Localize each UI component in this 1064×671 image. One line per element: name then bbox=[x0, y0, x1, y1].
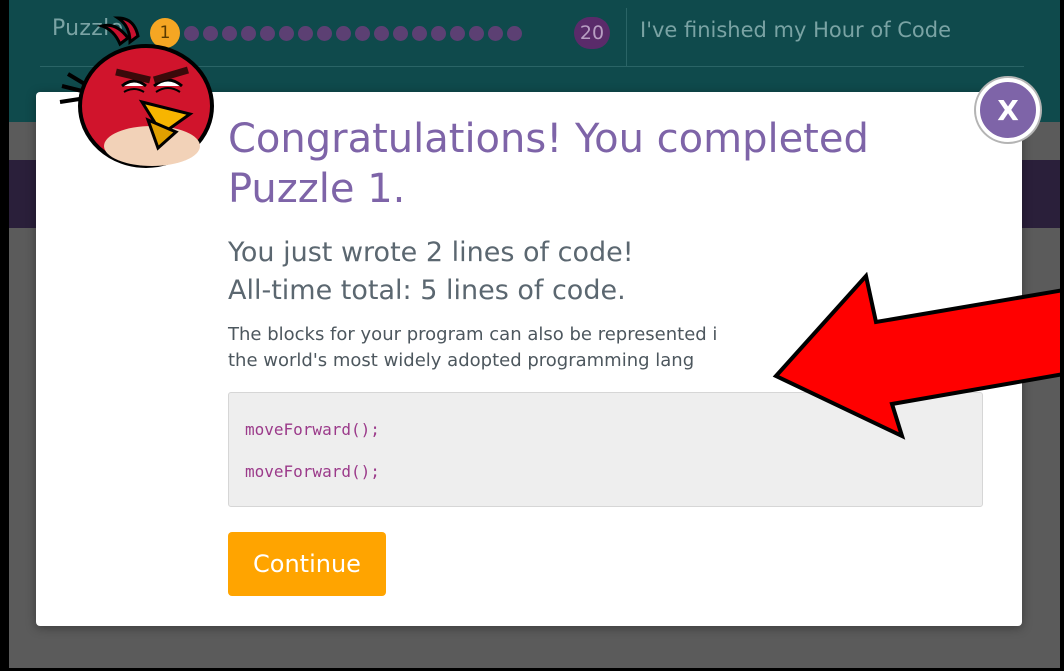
right-border bbox=[1060, 0, 1064, 671]
finished-hour-of-code-link[interactable]: I've finished my Hour of Code bbox=[640, 18, 951, 42]
progress-dot[interactable] bbox=[260, 25, 275, 41]
dialog-title: Congratulations! You completed Puzzle 1. bbox=[228, 116, 869, 212]
lines-written: You just wrote 2 lines of code! bbox=[228, 237, 634, 268]
progress-dot[interactable] bbox=[488, 25, 503, 41]
close-button[interactable]: X bbox=[976, 78, 1040, 142]
progress-dot[interactable] bbox=[412, 25, 427, 41]
continue-button[interactable]: Continue bbox=[228, 532, 386, 596]
code-line: moveForward(); bbox=[245, 462, 380, 481]
left-border bbox=[0, 0, 9, 671]
progress-dot[interactable] bbox=[355, 25, 370, 41]
progress-dot[interactable] bbox=[336, 25, 351, 41]
progress-dot[interactable] bbox=[450, 25, 465, 41]
progress-dot[interactable] bbox=[241, 25, 256, 41]
progress-dot[interactable] bbox=[317, 25, 332, 41]
close-icon: X bbox=[997, 93, 1019, 127]
progress-dot[interactable] bbox=[298, 25, 313, 41]
last-puzzle-badge[interactable]: 20 bbox=[574, 17, 610, 49]
red-bird-icon bbox=[59, 16, 214, 168]
progress-dot[interactable] bbox=[507, 25, 522, 41]
progress-dot[interactable] bbox=[279, 25, 294, 41]
progress-dot[interactable] bbox=[469, 25, 484, 41]
progress-dot[interactable] bbox=[431, 25, 446, 41]
progress-dot[interactable] bbox=[374, 25, 389, 41]
header-separator bbox=[626, 8, 627, 66]
progress-dot[interactable] bbox=[393, 25, 408, 41]
red-arrow-annotation bbox=[772, 272, 1064, 440]
progress-dot[interactable] bbox=[222, 25, 237, 41]
